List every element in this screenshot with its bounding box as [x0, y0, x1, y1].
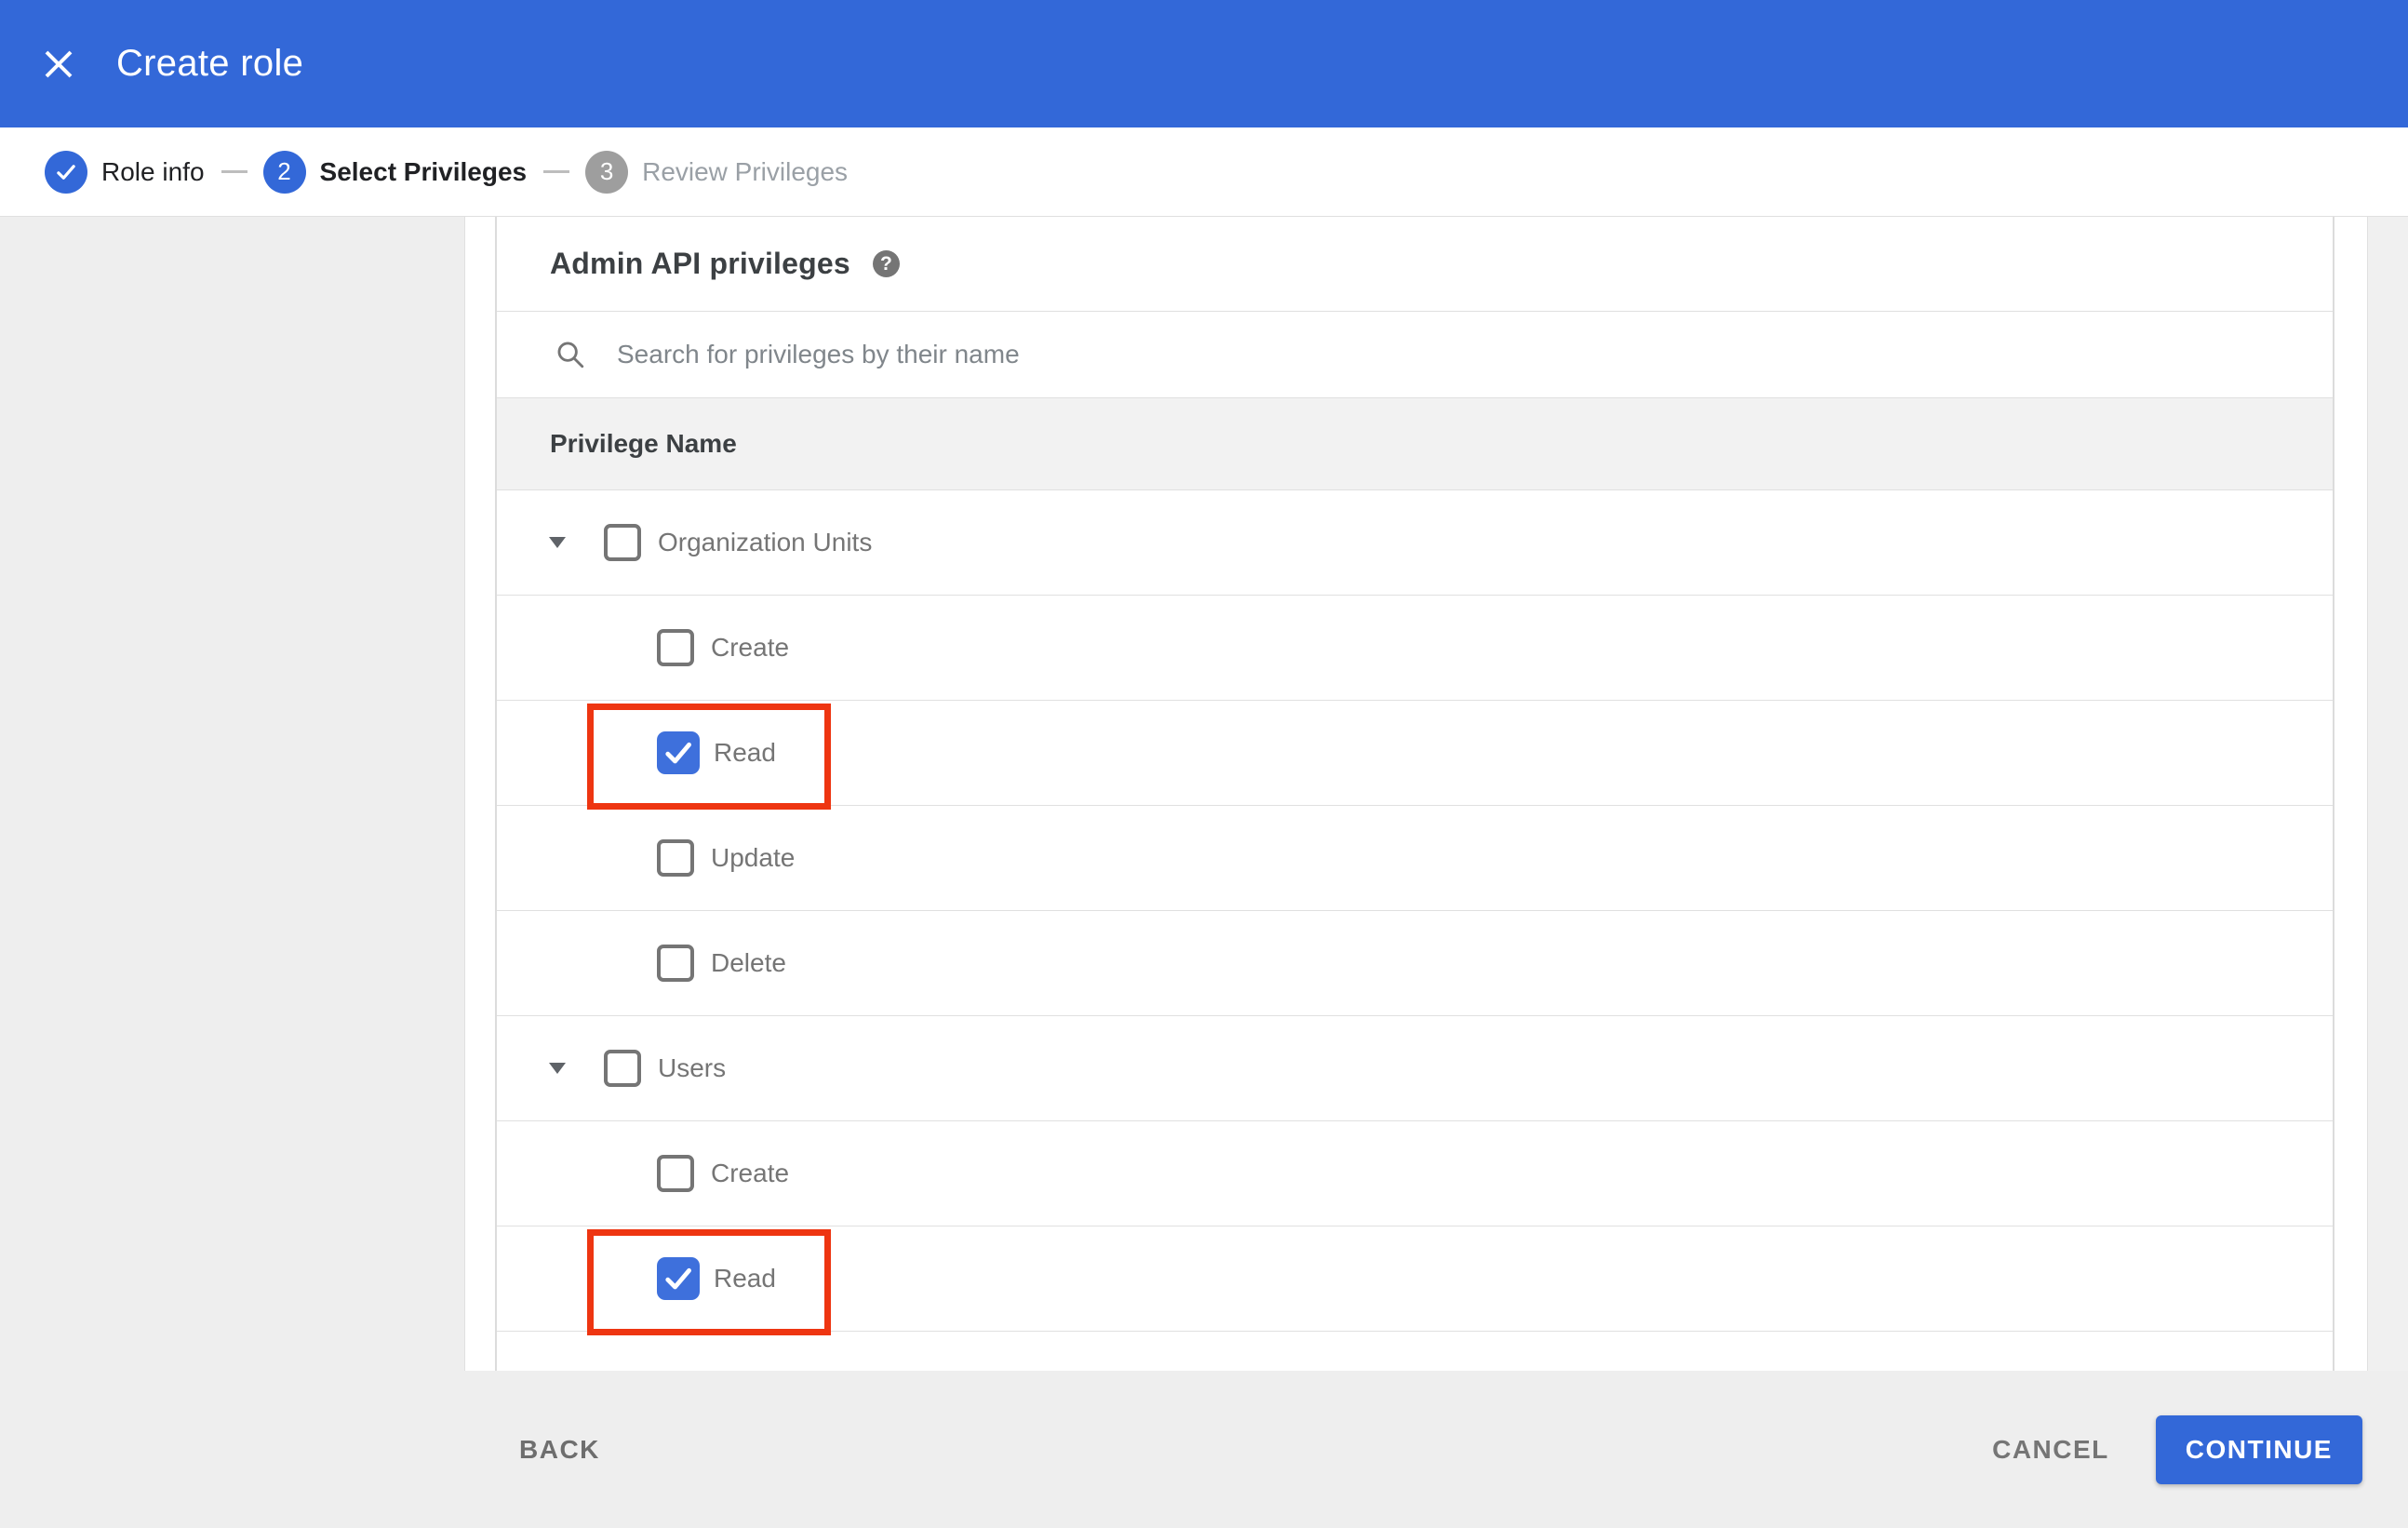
privilege-row: Organization Units: [497, 490, 2333, 596]
privilege-checkbox[interactable]: [657, 945, 694, 982]
center-area: Admin API privileges ? Privilege Name Or…: [465, 217, 2408, 1371]
step-number: 2: [262, 150, 306, 194]
privilege-label: Create: [711, 1159, 790, 1187]
back-button[interactable]: BACK: [519, 1435, 600, 1465]
step-label: Role info: [101, 156, 205, 186]
privilege-label: Read: [714, 1264, 776, 1293]
privilege-checkbox[interactable]: [657, 1257, 700, 1300]
step-role-info[interactable]: Role info: [45, 150, 205, 194]
app-header: Create role: [0, 0, 2408, 127]
privilege-row: Read: [497, 701, 2333, 810]
privileges-panel: Admin API privileges ? Privilege Name Or…: [495, 217, 2334, 1371]
collapse-arrow-icon[interactable]: [549, 1063, 566, 1074]
cancel-button[interactable]: CANCEL: [1992, 1435, 2109, 1465]
step-label: Review Privileges: [642, 156, 849, 186]
privilege-checkbox[interactable]: [604, 1050, 641, 1087]
step-review-privileges[interactable]: 3 Review Privileges: [585, 150, 849, 194]
stepper: Role info 2 Select Privileges 3 Review P…: [0, 127, 2408, 217]
privilege-row: Read: [497, 1226, 2333, 1335]
help-circle-icon[interactable]: ?: [872, 250, 900, 277]
collapse-arrow-icon[interactable]: [549, 537, 566, 548]
step-select-privileges[interactable]: 2 Select Privileges: [262, 150, 528, 194]
privilege-label: Organization Units: [658, 528, 873, 556]
privilege-checkbox[interactable]: [657, 629, 694, 666]
search-icon: [557, 342, 584, 369]
body-region: Admin API privileges ? Privilege Name Or…: [0, 217, 2408, 1371]
privilege-list: Organization Units Create Read Update De…: [497, 490, 2333, 1335]
left-sidebar: [0, 217, 465, 1371]
panel-heading: Admin API privileges: [550, 247, 850, 280]
right-gutter: [2334, 217, 2367, 1371]
table-header: Privilege Name: [497, 398, 2333, 490]
close-icon[interactable]: [40, 46, 77, 83]
annotation-highlight: [587, 704, 831, 810]
privilege-label: Create: [711, 633, 790, 662]
column-header-privilege-name: Privilege Name: [550, 429, 737, 458]
step-label: Select Privileges: [319, 156, 528, 186]
privilege-label: Update: [711, 843, 796, 872]
privilege-row: Create: [497, 1121, 2333, 1226]
annotation-highlight: [587, 1229, 831, 1335]
privilege-checkbox[interactable]: [657, 839, 694, 877]
privilege-row: Users: [497, 1016, 2333, 1121]
panel-heading-row: Admin API privileges ?: [497, 217, 2333, 312]
search-row: [497, 312, 2333, 398]
privilege-label: Delete: [711, 948, 786, 977]
step-connector: [221, 170, 247, 173]
privilege-row: Update: [497, 806, 2333, 911]
check-icon: [45, 150, 87, 194]
search-input[interactable]: [617, 340, 1920, 369]
page-title: Create role: [116, 43, 304, 84]
footer-bar: BACK CANCEL CONTINUE: [0, 1371, 2408, 1528]
step-connector: [543, 170, 570, 173]
right-strip: [2367, 217, 2408, 1371]
privilege-checkbox[interactable]: [657, 1155, 694, 1192]
privilege-checkbox[interactable]: [657, 731, 700, 774]
privilege-label: Users: [658, 1053, 727, 1082]
privilege-row: Create: [497, 596, 2333, 701]
privilege-label: Read: [714, 738, 776, 767]
privilege-checkbox[interactable]: [604, 524, 641, 561]
privilege-row: Delete: [497, 911, 2333, 1016]
continue-button[interactable]: CONTINUE: [2155, 1414, 2362, 1484]
step-number: 3: [585, 150, 629, 194]
